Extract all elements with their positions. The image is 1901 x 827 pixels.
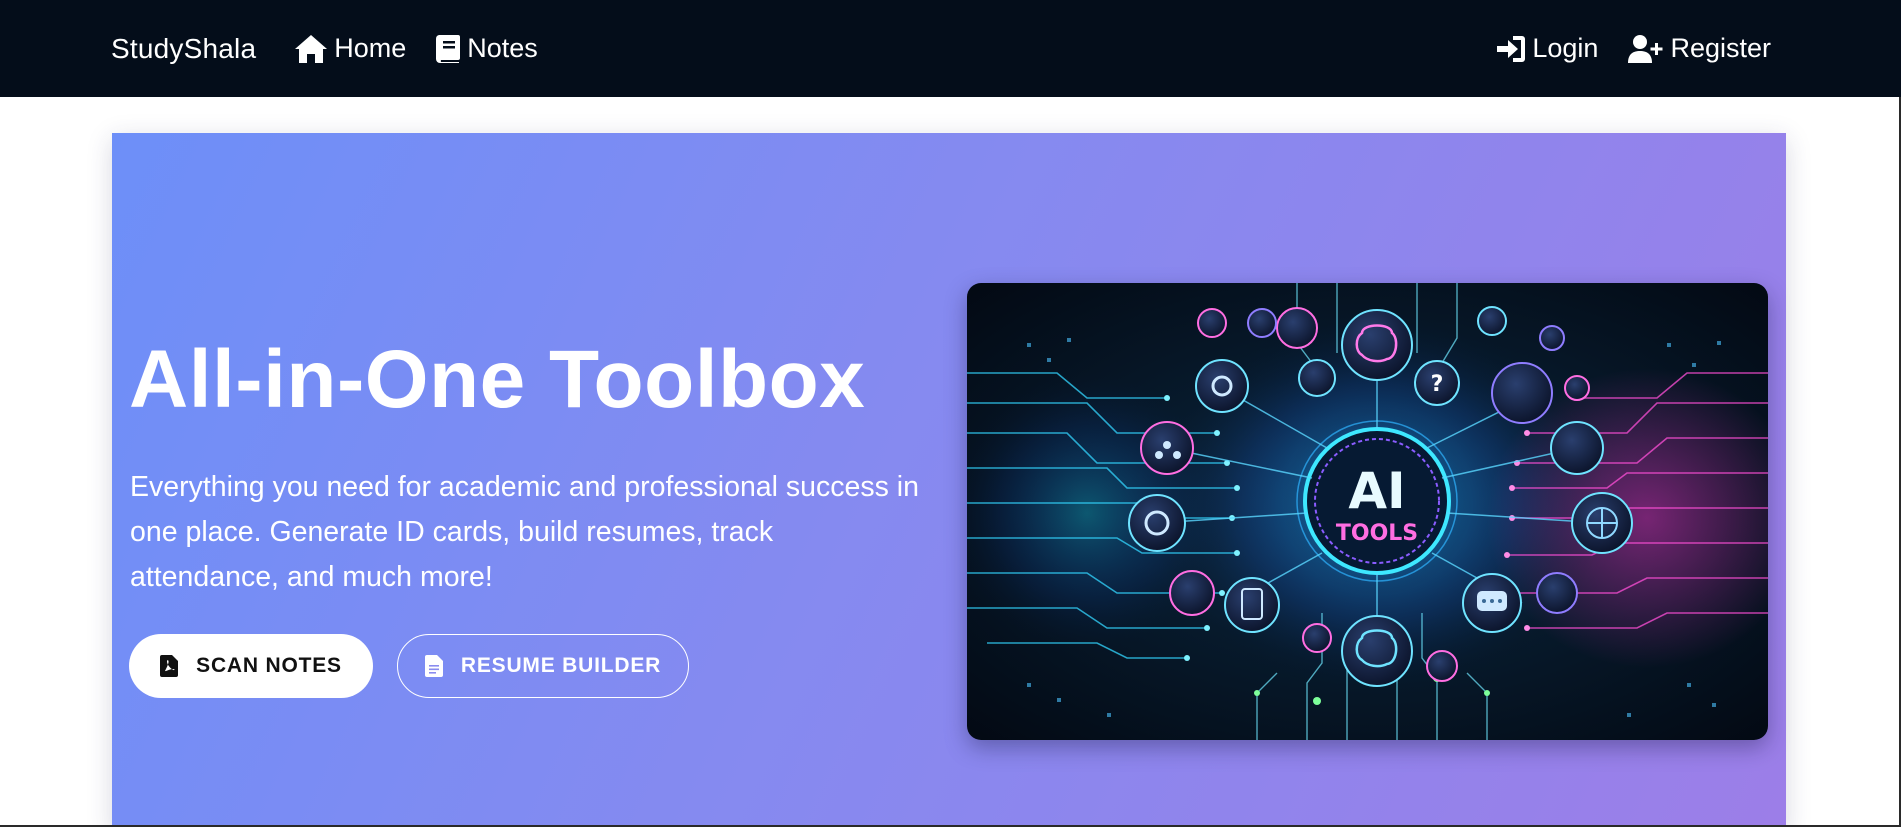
- hero-section: All-in-One Toolbox Everything you need f…: [112, 133, 1786, 827]
- hero-title: All-in-One Toolbox: [129, 334, 866, 425]
- svg-text:?: ?: [1431, 372, 1444, 397]
- nav-notes-label: Notes: [467, 33, 538, 63]
- nav-right: Login Register: [1466, 33, 1771, 64]
- resume-builder-label: RESUME BUILDER: [460, 654, 662, 677]
- nav-login-link[interactable]: Login: [1496, 33, 1598, 64]
- ai-text: AI: [1348, 462, 1405, 520]
- file-icon: [424, 655, 443, 677]
- scan-notes-button[interactable]: SCAN NOTES: [129, 634, 373, 698]
- nav-home-link[interactable]: Home: [294, 33, 406, 64]
- nav-register-link[interactable]: Register: [1628, 33, 1771, 64]
- tools-text: TOOLS: [1336, 521, 1418, 546]
- ai-tools-illustration: AI TOOLS ?: [967, 283, 1768, 740]
- hero-description: Everything you need for academic and pro…: [130, 471, 919, 593]
- nav-register-label: Register: [1670, 33, 1771, 63]
- home-icon: [295, 34, 328, 63]
- nav-notes-link[interactable]: Notes: [435, 33, 538, 64]
- navbar: StudySha​la Home Notes Login: [0, 0, 1901, 97]
- brand-logo-link[interactable]: StudySha​la: [111, 33, 256, 65]
- scan-notes-label: SCAN NOTES: [196, 654, 342, 677]
- sign-in-icon: [1497, 35, 1526, 62]
- nav-home-label: Home: [334, 33, 407, 63]
- nav-login-label: Login: [1532, 33, 1599, 63]
- resume-builder-button[interactable]: RESUME BUILDER: [397, 634, 689, 698]
- user-plus-icon: [1628, 34, 1663, 63]
- book-icon: [436, 34, 461, 63]
- file-pdf-icon: [160, 655, 179, 677]
- nav-left: Home Notes: [294, 33, 567, 64]
